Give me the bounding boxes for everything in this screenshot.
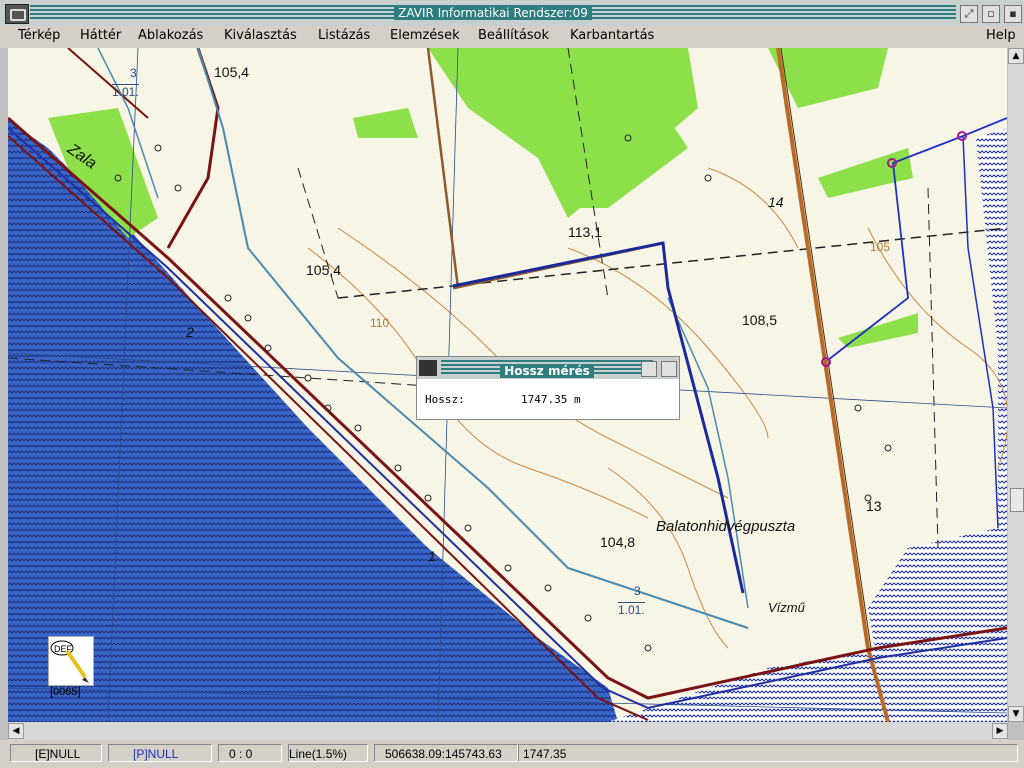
horizontal-scrollbar[interactable]: ◀ ▶	[8, 722, 1008, 740]
label-13: 13	[866, 498, 882, 514]
water-east	[868, 128, 1007, 722]
label-elev-1054-north: 105,4	[214, 64, 250, 80]
dialog-minimize-icon[interactable]	[661, 361, 677, 377]
scroll-up-icon[interactable]: ▲	[1008, 48, 1024, 64]
window-title: ZAVIR Informatikai Rendszer:09	[394, 6, 592, 20]
label-balatonhidvegpuszta: Balatonhidvégpuszta	[656, 518, 796, 535]
title-stripes: ZAVIR Informatikai Rendszer:09	[30, 5, 956, 21]
dialog-maximize-icon[interactable]	[641, 361, 657, 377]
label-fraction-bottom-den: 1.01.	[618, 602, 645, 617]
pencil-icon: DEF	[50, 640, 89, 683]
system-menu-icon[interactable]	[5, 4, 29, 24]
label-14: 14	[768, 194, 784, 210]
minimize-icon[interactable]: ▪	[1004, 5, 1022, 23]
restore-icon[interactable]: ▫	[982, 5, 1000, 23]
scroll-right-icon[interactable]: ▶	[992, 723, 1008, 739]
label-fraction-bottom-num: 3	[634, 584, 641, 598]
scroll-down-icon[interactable]: ▼	[1008, 706, 1024, 722]
status-e: [E]NULL	[10, 744, 102, 762]
status-coordinates: 506638.09:145743.63	[374, 744, 518, 762]
menu-ablakozas[interactable]: Ablakozás	[138, 28, 203, 43]
length-label: Hossz:	[425, 393, 465, 406]
label-vizmu: Vízmű	[768, 600, 805, 615]
def-tool-button[interactable]: DEF	[48, 636, 94, 686]
menu-karbantartas[interactable]: Karbantartás	[570, 28, 654, 43]
label-2: 2	[186, 324, 194, 340]
menu-listazas[interactable]: Listázás	[318, 28, 370, 43]
menu-beallitasok[interactable]: Beállítások	[478, 28, 549, 43]
label-elev-1085: 108,5	[742, 312, 778, 328]
label-elev-1131: 113,1	[568, 224, 602, 240]
menu-hatter[interactable]: Háttér	[80, 28, 121, 43]
status-line: Line(1.5%)	[288, 744, 368, 762]
length-value: 1747.35 m	[521, 393, 581, 406]
dialog-system-icon[interactable]	[419, 360, 437, 376]
label-elev-1054: 105,4	[306, 262, 342, 278]
title-bar: ZAVIR Informatikai Rendszer:09 ⤢ ▫ ▪	[0, 0, 1024, 26]
menu-help[interactable]: Help	[986, 28, 1016, 43]
vertical-scroll-thumb[interactable]	[1010, 488, 1024, 512]
vertical-scrollbar[interactable]: ▲ ▼	[1008, 48, 1024, 722]
label-contour-110: 110	[370, 316, 390, 330]
menu-kivalasztas[interactable]: Kiválasztás	[224, 28, 297, 43]
label-elev-1048: 104,8	[600, 534, 636, 550]
maximize-icon[interactable]: ⤢	[960, 5, 978, 23]
def-tool-code: [0065]	[50, 686, 81, 698]
label-fraction-top-den: 1.01.	[112, 84, 139, 99]
status-p: [P]NULL	[108, 744, 212, 762]
label-fraction-top-num: 3	[130, 66, 137, 80]
menu-bar: Térkép Háttér Ablakozás Kiválasztás List…	[0, 26, 1024, 48]
label-contour-105: 105	[870, 240, 891, 254]
status-length: 1747.35	[518, 744, 1018, 762]
menu-elemzesek[interactable]: Elemzések	[390, 28, 460, 43]
label-1: 1	[428, 548, 436, 564]
scroll-left-icon[interactable]: ◀	[8, 723, 24, 739]
length-measure-dialog: Hossz mérés Hossz: 1747.35 m	[416, 356, 680, 420]
dialog-title: Hossz mérés	[500, 364, 594, 378]
dialog-title-bar[interactable]: Hossz mérés	[417, 357, 679, 379]
status-bar: [E]NULL [P]NULL 0 : 0 Line(1.5%) 506638.…	[0, 740, 1024, 768]
menu-terkep[interactable]: Térkép	[18, 28, 60, 43]
status-zero: 0 : 0	[218, 744, 282, 762]
